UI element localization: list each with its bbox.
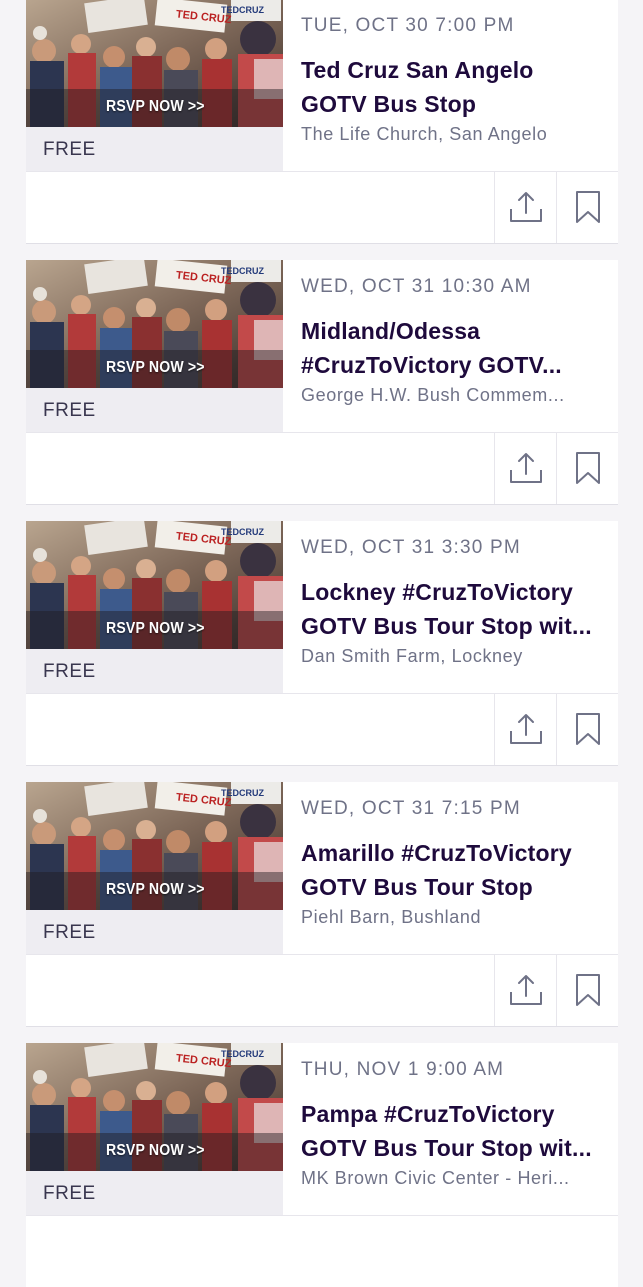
- event-actions: [494, 954, 618, 1026]
- save-button[interactable]: [556, 432, 618, 504]
- event-title[interactable]: Amarillo #CruzToVictory GOTV Bus Tour St…: [301, 836, 606, 904]
- price-bar: FREE: [26, 910, 283, 954]
- event-actions: [494, 432, 618, 504]
- bookmark-icon: [575, 713, 600, 745]
- share-icon: [509, 192, 542, 222]
- svg-text:TEDCRUZ: TEDCRUZ: [221, 266, 264, 276]
- share-button[interactable]: [494, 693, 556, 765]
- event-title[interactable]: Lockney #CruzToVictory GOTV Bus Tour Sto…: [301, 575, 606, 643]
- rsvp-label: RSVP NOW >>: [106, 359, 205, 376]
- event-title[interactable]: Pampa #CruzToVictory GOTV Bus Tour Stop …: [301, 1097, 606, 1165]
- event-title[interactable]: Ted Cruz San Angelo GOTV Bus Stop: [301, 53, 606, 121]
- event-price: FREE: [43, 1183, 96, 1204]
- save-button[interactable]: [556, 171, 618, 243]
- svg-text:TEDCRUZ: TEDCRUZ: [221, 527, 264, 537]
- rsvp-label: RSVP NOW >>: [106, 881, 205, 898]
- event-date: THU, NOV 1 9:00 AM: [301, 1059, 505, 1080]
- rsvp-label: RSVP NOW >>: [106, 620, 205, 637]
- event-venue: Piehl Barn, Bushland: [301, 907, 482, 927]
- event-actions: [494, 693, 618, 765]
- event-venue: George H.W. Bush Commem...: [301, 385, 565, 405]
- event-image[interactable]: TED CRUZ TEDCRUZ RSVP NOW >>: [26, 1043, 283, 1171]
- price-bar: FREE: [26, 649, 283, 693]
- event-card-body[interactable]: TED CRUZ TEDCRUZ RSVP NOW >> FREE WED, OCT…: [26, 782, 618, 955]
- price-bar: FREE: [26, 388, 283, 432]
- event-card-body[interactable]: TED CRUZ TEDCRUZ RSVP NOW >> FREE TUE, OCT…: [26, 0, 618, 172]
- event-price: FREE: [43, 400, 96, 421]
- event-card-body[interactable]: TED CRUZ TEDCRUZ RSVP NOW >> FREE THU, NOV…: [26, 1043, 618, 1216]
- event-image[interactable]: TED CRUZ TEDCRUZ RSVP NOW >>: [26, 521, 283, 649]
- rsvp-label: RSVP NOW >>: [106, 98, 205, 115]
- event-actions: [494, 171, 618, 243]
- bookmark-icon: [575, 452, 600, 484]
- share-icon: [509, 975, 542, 1005]
- event-card[interactable]: TED CRUZ TEDCRUZ RSVP NOW >> FREE WED, OCT…: [26, 521, 618, 765]
- share-button[interactable]: [494, 171, 556, 243]
- event-date: WED, OCT 31 3:30 PM: [301, 537, 521, 558]
- event-card[interactable]: TED CRUZ TEDCRUZ RSVP NOW >> FREE WED, OCT…: [26, 260, 618, 504]
- price-bar: FREE: [26, 127, 283, 171]
- event-venue: The Life Church, San Angelo: [301, 124, 548, 144]
- share-icon: [509, 453, 542, 483]
- event-venue: Dan Smith Farm, Lockney: [301, 646, 523, 666]
- svg-text:TEDCRUZ: TEDCRUZ: [221, 788, 264, 798]
- event-price: FREE: [43, 139, 96, 160]
- save-button[interactable]: [556, 693, 618, 765]
- svg-text:TEDCRUZ: TEDCRUZ: [221, 5, 264, 15]
- event-card-body[interactable]: TED CRUZ TEDCRUZ RSVP NOW >> FREE WED, OCT…: [26, 260, 618, 433]
- event-date: WED, OCT 31 10:30 AM: [301, 276, 532, 297]
- event-card-body[interactable]: TED CRUZ TEDCRUZ RSVP NOW >> FREE WED, OCT…: [26, 521, 618, 694]
- bookmark-icon: [575, 974, 600, 1006]
- bookmark-icon: [575, 191, 600, 223]
- svg-text:TEDCRUZ: TEDCRUZ: [221, 1049, 264, 1059]
- event-card[interactable]: TED CRUZ TEDCRUZ RSVP NOW >> FREE THU, NOV…: [26, 1043, 618, 1287]
- event-image[interactable]: TED CRUZ TEDCRUZ RSVP NOW >>: [26, 260, 283, 388]
- event-title[interactable]: Midland/Odessa #CruzToVictory GOTV...: [301, 314, 606, 382]
- event-date: TUE, OCT 30 7:00 PM: [301, 15, 515, 36]
- event-price: FREE: [43, 661, 96, 682]
- event-image[interactable]: TED CRUZ TEDCRUZ RSVP NOW >>: [26, 782, 283, 910]
- event-price: FREE: [43, 922, 96, 943]
- event-venue: MK Brown Civic Center - Heri...: [301, 1168, 570, 1188]
- event-card[interactable]: TED CRUZ TEDCRUZ RSVP NOW >> FREE WED, OCT…: [26, 782, 618, 1026]
- share-button[interactable]: [494, 432, 556, 504]
- rsvp-label: RSVP NOW >>: [106, 1142, 205, 1159]
- share-button[interactable]: [494, 954, 556, 1026]
- event-date: WED, OCT 31 7:15 PM: [301, 798, 521, 819]
- share-icon: [509, 714, 542, 744]
- price-bar: FREE: [26, 1171, 283, 1215]
- event-card[interactable]: TED CRUZ TEDCRUZ RSVP NOW >> FREE TUE, OCT…: [26, 0, 618, 243]
- save-button[interactable]: [556, 954, 618, 1026]
- event-image[interactable]: TED CRUZ TEDCRUZ RSVP NOW >>: [26, 0, 283, 127]
